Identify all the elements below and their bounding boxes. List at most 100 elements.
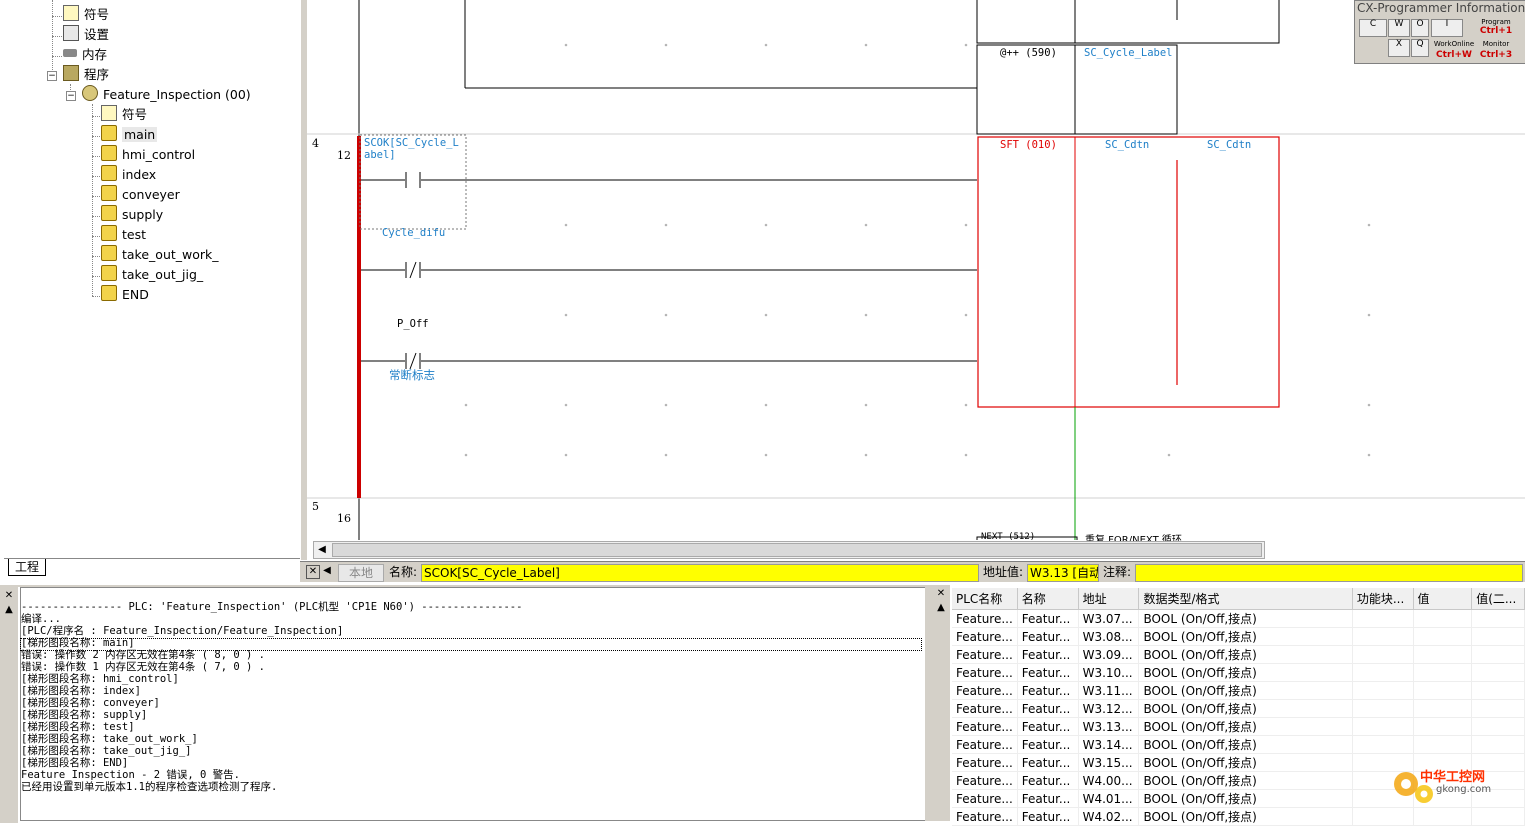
column-address[interactable]: 地址 xyxy=(1078,588,1140,610)
tree-item-programs[interactable]: 程序 xyxy=(63,65,109,85)
output-window[interactable]: ✕ ▲ ---------------- PLC: 'Feature_Inspe… xyxy=(0,585,926,823)
cell-address: W3.12... xyxy=(1078,699,1140,718)
cell-plc-name: Feature... xyxy=(952,717,1018,736)
tree-item-task[interactable]: Feature_Inspection (00) xyxy=(82,85,251,105)
tree-item-take-out-jig[interactable]: take_out_jig_ xyxy=(101,265,203,285)
collapse-programs-icon[interactable]: − xyxy=(47,71,57,81)
symbols-icon xyxy=(63,5,79,21)
not-wire-shortcut: X xyxy=(1388,39,1410,57)
tree-item-end[interactable]: END xyxy=(101,285,149,305)
ladder-horizontal-scrollbar[interactable]: ◀ xyxy=(313,541,1265,559)
tree-item-symbols[interactable]: 符号 xyxy=(63,5,109,25)
comment-field[interactable] xyxy=(1135,564,1523,582)
contact-p-off-comment: 常断标志 xyxy=(389,368,435,382)
cell-plc-name: Feature... xyxy=(952,735,1018,754)
address-field[interactable]: W3.13 [自动 xyxy=(1027,564,1099,582)
sft-operand-1[interactable]: SC_Cdtn xyxy=(1105,139,1149,151)
watch-row[interactable]: Feature... Featur... W3.11... BOOL (On/Off,… xyxy=(952,681,1525,700)
tree-item-test[interactable]: test xyxy=(101,225,146,245)
pin-icon[interactable]: ▲ xyxy=(935,602,947,614)
watch-row[interactable]: Feature... Featur... W3.10... BOOL (On/Off,… xyxy=(952,663,1525,682)
name-field[interactable]: SCOK[SC_Cycle_Label] xyxy=(421,564,979,582)
cell-address: W4.01... xyxy=(1078,789,1140,808)
pin-icon[interactable]: ◀ xyxy=(321,565,333,577)
tree-item-memory[interactable]: 内存 xyxy=(63,45,107,65)
column-name[interactable]: 名称 xyxy=(1017,588,1079,610)
close-icon[interactable]: ✕ xyxy=(306,565,320,579)
cell-plc-name: Feature... xyxy=(952,807,1018,826)
cell-name: Featur... xyxy=(1017,735,1079,754)
close-icon[interactable]: ✕ xyxy=(935,588,947,600)
cell-name: Featur... xyxy=(1017,627,1079,646)
contact-scok-label[interactable]: SCOK[SC_Cycle_Label] xyxy=(364,137,464,161)
cell-function-block xyxy=(1352,645,1414,664)
column-data-type[interactable]: 数据类型/格式 xyxy=(1138,588,1353,610)
programs-icon xyxy=(63,65,79,81)
pin-icon[interactable]: ▲ xyxy=(3,604,15,616)
contact-cycle-difu-label[interactable]: Cycle_difu xyxy=(382,227,445,239)
sft-instruction[interactable]: SFT (010) xyxy=(1000,139,1057,151)
increment-instruction[interactable]: @++ (590) xyxy=(1000,47,1057,59)
watch-row[interactable]: Feature... Featur... W3.07... BOOL (On/Off,… xyxy=(952,609,1525,628)
tree-item-index[interactable]: index xyxy=(101,165,156,185)
section-icon xyxy=(101,145,117,161)
ladder-editor[interactable]: 4 12 5 16 @++ (590) SC_Cycle_Label SCOK[… xyxy=(307,0,1525,560)
watch-row[interactable]: Feature... Featur... W3.08... BOOL (On/Off,… xyxy=(952,627,1525,646)
cell-value-binary xyxy=(1471,663,1525,682)
tree-item-take-out-work[interactable]: take_out_work_ xyxy=(101,245,219,265)
cell-data-type: BOOL (On/Off,接点) xyxy=(1138,681,1353,700)
section-icon xyxy=(101,285,117,301)
watch-row[interactable]: Feature... Featur... W3.14... BOOL (On/Off,… xyxy=(952,735,1525,754)
cell-plc-name: Feature... xyxy=(952,699,1018,718)
cell-value xyxy=(1413,681,1473,700)
rung-step: 16 xyxy=(337,512,351,525)
cell-value-binary xyxy=(1471,681,1525,700)
column-function-block[interactable]: 功能块... xyxy=(1352,588,1414,610)
section-icon xyxy=(101,245,117,261)
output-text[interactable]: ---------------- PLC: 'Feature_Inspectio… xyxy=(21,589,522,817)
watch-row[interactable]: Feature... Featur... W3.12... BOOL (On/Off,… xyxy=(952,699,1525,718)
info-panel-title: CX-Programmer Information xyxy=(1357,1,1525,15)
tree-item-settings[interactable]: 设置 xyxy=(63,25,109,45)
tree-item-supply[interactable]: supply xyxy=(101,205,163,225)
contact-p-off-label[interactable]: P_Off xyxy=(397,318,429,330)
tree-item-conveyer[interactable]: conveyer xyxy=(101,185,180,205)
cell-address: W3.13... xyxy=(1078,717,1140,736)
tree-item-main[interactable]: main xyxy=(101,125,158,145)
watch-row[interactable]: Feature... Featur... W3.13... BOOL (On/Off,… xyxy=(952,717,1525,736)
cell-name: Featur... xyxy=(1017,681,1079,700)
cell-name: Featur... xyxy=(1017,807,1079,826)
symbols-icon xyxy=(101,105,117,121)
tab-project[interactable]: 工程 xyxy=(8,559,47,576)
watermark-url: gkong.com xyxy=(1436,784,1492,795)
project-tree[interactable]: − − 符号 设置 内存 程序 Feature_Inspection (00) … xyxy=(0,0,300,560)
increment-operand[interactable]: SC_Cycle_Label xyxy=(1084,47,1173,59)
tree-item-local-symbols[interactable]: 符号 xyxy=(101,105,147,125)
info-panel: CX-Programmer Information C W O I Progra… xyxy=(1354,0,1525,64)
cell-value-binary xyxy=(1471,699,1525,718)
bottom-splitter[interactable] xyxy=(925,585,932,821)
cell-data-type: BOOL (On/Off,接点) xyxy=(1138,627,1353,646)
column-plc-name[interactable]: PLC名称 xyxy=(952,588,1018,610)
close-icon[interactable]: ✕ xyxy=(3,590,15,602)
cell-function-block xyxy=(1352,699,1414,718)
cell-data-type: BOOL (On/Off,接点) xyxy=(1138,717,1353,736)
tree-item-hmi-control[interactable]: hmi_control xyxy=(101,145,195,165)
rung-step: 12 xyxy=(337,149,351,162)
output-gutter: ✕ ▲ xyxy=(0,587,18,823)
column-value[interactable]: 值 xyxy=(1413,588,1473,610)
column-value-binary[interactable]: 值(二... xyxy=(1471,588,1525,610)
cell-plc-name: Feature... xyxy=(952,627,1018,646)
rung-number: 5 xyxy=(312,500,319,513)
cell-address: W3.15... xyxy=(1078,753,1140,772)
cell-data-type: BOOL (On/Off,接点) xyxy=(1138,663,1353,682)
cell-plc-name: Feature... xyxy=(952,681,1018,700)
cell-data-type: BOOL (On/Off,接点) xyxy=(1138,771,1353,790)
collapse-task-icon[interactable]: − xyxy=(66,91,76,101)
scroll-left-icon[interactable]: ◀ xyxy=(314,542,330,558)
section-icon xyxy=(101,165,117,181)
watch-row[interactable]: Feature... Featur... W3.09... BOOL (On/Off,… xyxy=(952,645,1525,664)
scrollbar-thumb[interactable] xyxy=(332,543,1262,557)
sft-operand-2[interactable]: SC_Cdtn xyxy=(1207,139,1251,151)
cell-function-block xyxy=(1352,735,1414,754)
